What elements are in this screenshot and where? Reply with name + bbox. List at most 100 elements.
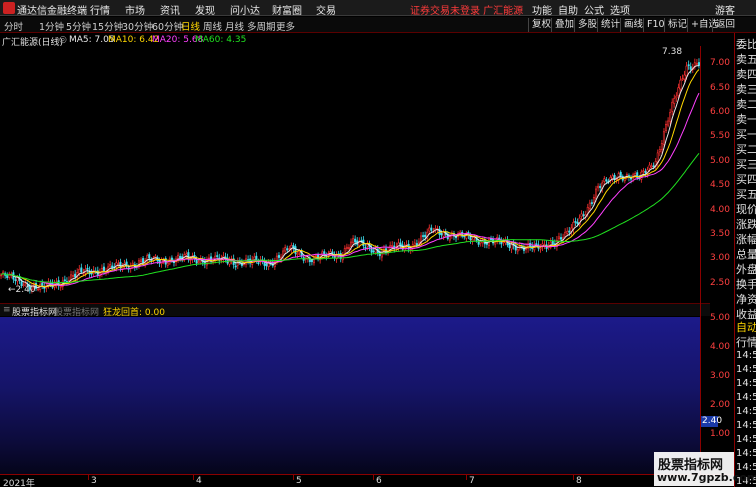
- back-button[interactable]: 返回: [712, 18, 738, 32]
- candle: [580, 210, 583, 220]
- time-label: 2021年: [3, 479, 35, 487]
- candle: [74, 269, 77, 282]
- menu-function[interactable]: 功能: [532, 2, 552, 17]
- candle: [80, 263, 83, 275]
- candle: [393, 241, 396, 253]
- candle: [461, 230, 464, 239]
- candle: [6, 272, 9, 281]
- menu-market[interactable]: 市场: [125, 2, 145, 17]
- candle: [63, 275, 66, 283]
- candle: [59, 282, 62, 291]
- login-status[interactable]: 证券交易未登录 广汇能源: [410, 2, 523, 17]
- candle: [236, 257, 239, 270]
- period-more[interactable]: 更多: [276, 19, 295, 33]
- ytick: 6.50: [709, 83, 730, 93]
- candle: [111, 262, 114, 271]
- ma-legend: 广汇能源(日线) ◎ MA5: 7.05 MA10: 6.42 MA20: 5.…: [0, 34, 710, 48]
- candle: [286, 245, 289, 253]
- candle: [205, 256, 208, 270]
- legend-toggle-icon[interactable]: ◎: [59, 35, 67, 45]
- candle: [669, 108, 672, 125]
- candle: [284, 244, 287, 254]
- menu-news[interactable]: 资讯: [160, 2, 180, 17]
- period-weekly[interactable]: 周线: [203, 19, 222, 33]
- tick-time: 14:5: [736, 378, 756, 389]
- time-axis: 2021年 3 4 5 6 7 8: [0, 474, 734, 487]
- ytick: 3.50: [709, 229, 730, 239]
- candle: [187, 249, 190, 263]
- period-15min[interactable]: 15分钟: [92, 19, 123, 33]
- tick-time: 14:5: [736, 350, 756, 361]
- candle: [597, 183, 600, 192]
- app-name: 通达信金融终端: [17, 6, 87, 17]
- period-1min[interactable]: 1分钟: [39, 19, 64, 33]
- menu-options[interactable]: 选项: [610, 2, 630, 17]
- indicator-settings-icon[interactable]: ≡: [3, 305, 11, 315]
- candle: [687, 60, 690, 70]
- side-auto-tab[interactable]: 自动: [736, 319, 756, 335]
- candle: [487, 236, 490, 249]
- menu-ask[interactable]: 问小达: [230, 2, 260, 17]
- ytick: 7.00: [709, 58, 730, 68]
- period-5min[interactable]: 5分钟: [66, 19, 91, 33]
- sub-ytick: 4.00: [709, 342, 730, 352]
- side-label: 外盘: [736, 263, 756, 276]
- side-label: 买二: [736, 143, 756, 156]
- candle: [673, 94, 676, 108]
- ma10-line: [19, 69, 700, 288]
- candle: [177, 252, 180, 263]
- menu-discover[interactable]: 发现: [195, 2, 215, 17]
- candle: [148, 252, 151, 263]
- period-monthly[interactable]: 月线: [225, 19, 244, 33]
- ytick: 4.00: [709, 205, 730, 215]
- candle: [432, 227, 435, 234]
- candle: [679, 76, 682, 92]
- tick-time: 14:5: [736, 448, 756, 459]
- side-label: 买四: [736, 173, 756, 186]
- candle: [247, 255, 250, 265]
- candle: [317, 252, 320, 262]
- period-daily[interactable]: 日线: [181, 19, 200, 33]
- candle: [292, 242, 295, 252]
- ytick: 5.00: [709, 156, 730, 166]
- period-30min[interactable]: 30分钟: [122, 19, 153, 33]
- candle: [55, 277, 58, 289]
- low-price-label: ←2.40: [8, 285, 36, 295]
- time-separator: [573, 475, 574, 480]
- candle: [434, 225, 437, 233]
- kline-chart[interactable]: 7.38 ←2.40: [0, 46, 710, 302]
- menu-trade[interactable]: 交易: [316, 2, 336, 17]
- tick-time: 14:5: [736, 406, 756, 417]
- side-quotes-tab[interactable]: 行情: [736, 334, 756, 350]
- indicator-bar: ≡ 股票指标网 股票指标网 狂龙回首: 0.00: [0, 303, 710, 318]
- candle: [654, 158, 657, 170]
- candle: [615, 176, 618, 184]
- menu-formula[interactable]: 公式: [584, 2, 604, 17]
- candle: [693, 58, 696, 70]
- candle: [117, 260, 120, 268]
- menu-quotes[interactable]: 行情: [90, 2, 110, 17]
- period-multi[interactable]: 多周期: [247, 19, 276, 33]
- candle: [609, 174, 612, 184]
- ma5-line: [9, 65, 699, 289]
- time-label: 6: [376, 476, 382, 486]
- screen: 通达信金融终端 行情 市场 资讯 发现 问小达 财富圈 交易 证券交易未登录 广…: [0, 0, 756, 487]
- candle: [397, 238, 400, 252]
- indicator-panel[interactable]: [0, 317, 700, 474]
- time-label: 3: [91, 476, 97, 486]
- candle: [543, 240, 546, 250]
- candle: [8, 271, 11, 280]
- menu-self-help[interactable]: 自助: [558, 2, 578, 17]
- side-label: 总量: [736, 248, 756, 261]
- candle: [4, 271, 7, 279]
- user-guest[interactable]: 游客: [715, 2, 735, 17]
- period-intraday[interactable]: 分时: [4, 19, 23, 33]
- menu-wealth[interactable]: 财富圈: [272, 2, 302, 17]
- period-60min[interactable]: 60分钟: [152, 19, 183, 33]
- candle: [502, 238, 505, 246]
- candle: [385, 244, 388, 256]
- sub-ytick: 1.00: [709, 429, 730, 439]
- watermark-logo: 股票指标网 www.7gpzb.com: [654, 452, 756, 486]
- candle: [154, 254, 157, 260]
- candle: [294, 243, 297, 258]
